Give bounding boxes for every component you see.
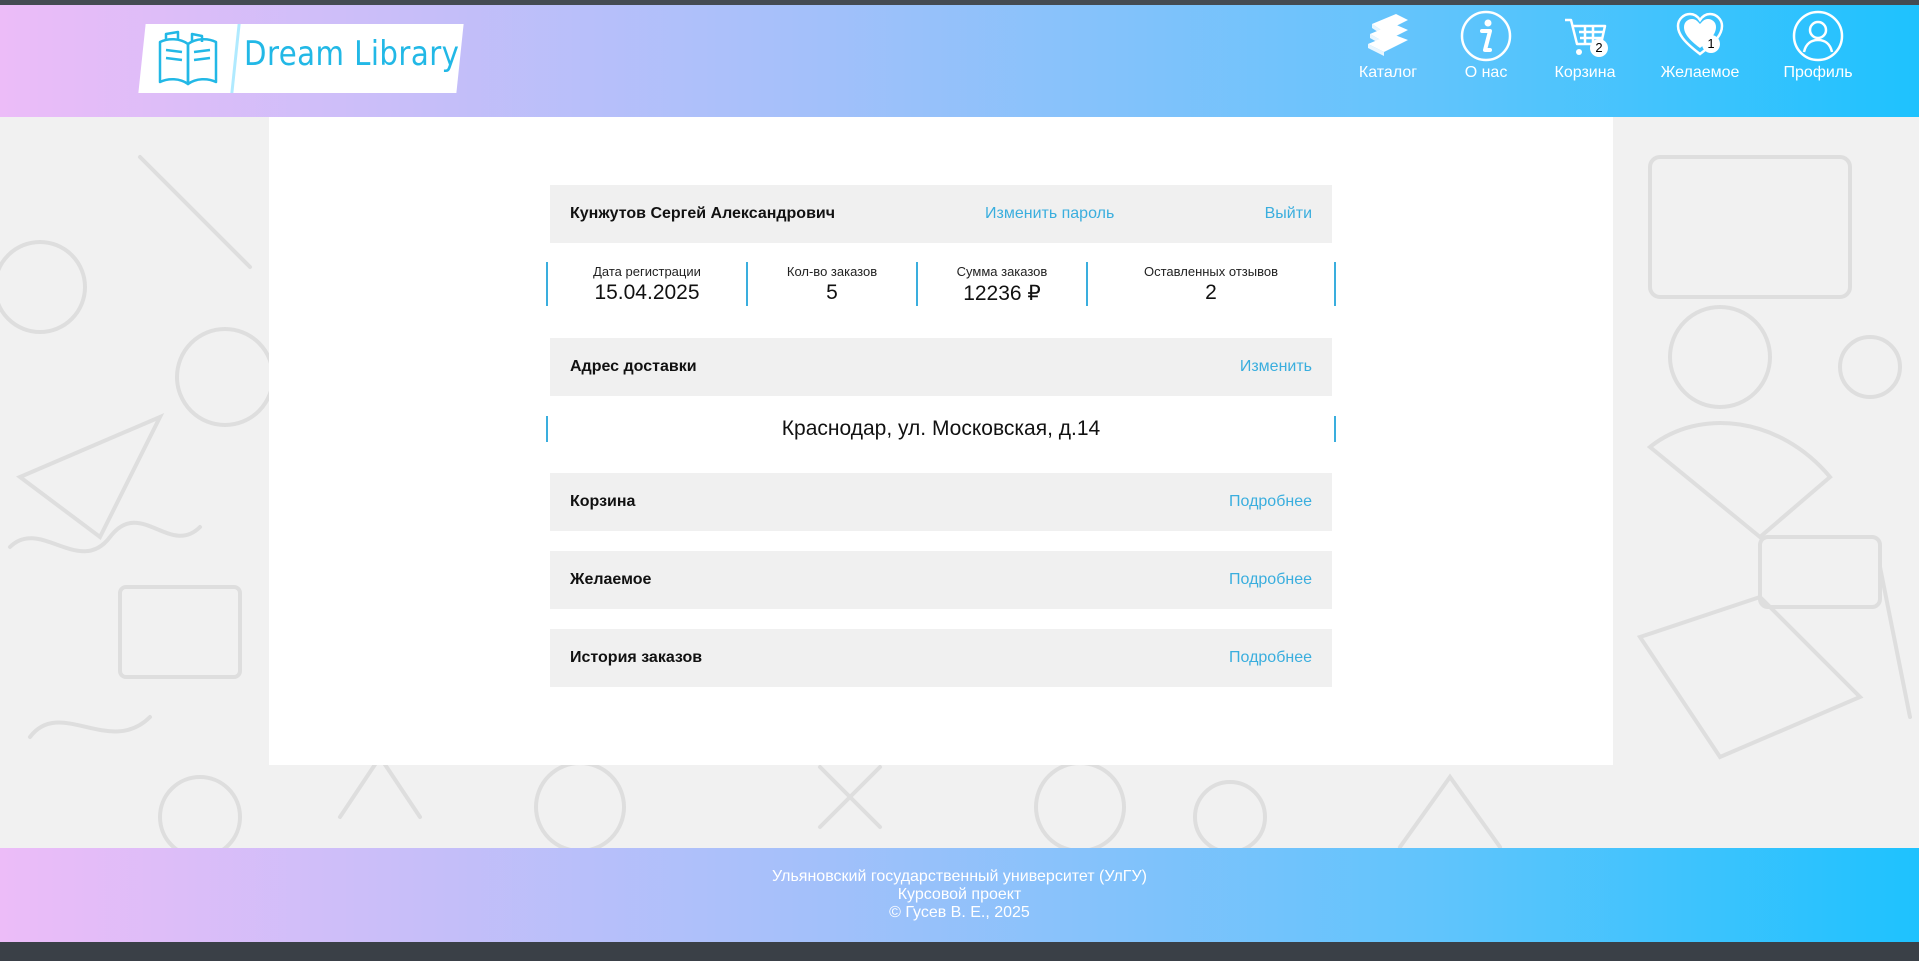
wishlist-badge: 1 [1702,35,1720,53]
stat-reviews-count: Оставленных отзывов 2 [1088,262,1334,306]
stat-label: Кол-во заказов [786,264,878,279]
address-divider [1334,416,1336,442]
stat-value: 15.04.2025 [594,281,700,304]
stats-divider [1334,262,1336,306]
footer-copyright: © Гусев В. Е., 2025 [889,904,1030,921]
nav-catalog-label: Каталог [1358,64,1418,81]
order-history-card: История заказов Подробнее [550,629,1332,687]
order-history-title: История заказов [570,649,703,666]
nav-about[interactable]: О нас [1460,5,1512,85]
stat-label: Сумма заказов [956,264,1048,279]
wishlist-section-card: Желаемое Подробнее [550,551,1332,609]
logout-link[interactable]: Выйти [1265,185,1312,243]
stat-label: Оставленных отзывов [1144,264,1278,279]
cart-badge: 2 [1590,39,1608,57]
logo[interactable]: Dream Library [138,24,464,93]
stat-value: 5 [826,281,838,304]
stat-orders-sum: Сумма заказов 12236 ₽ [918,262,1086,306]
nav-profile-label: Профиль [1783,64,1853,81]
stat-value: 2 [1205,281,1217,304]
stat-label: Дата регистрации [593,264,701,279]
book-logo-icon [158,30,218,86]
heart-icon [1676,12,1724,56]
nav-wishlist[interactable]: 1 Желаемое [1658,5,1742,85]
info-icon [1460,10,1512,62]
stat-registration-date: Дата регистрации 15.04.2025 [548,262,746,306]
cart-section-card: Корзина Подробнее [550,473,1332,531]
logo-text: Dream Library [244,34,460,74]
site-header: Dream Library Каталог О нас 2 Корзина 1 … [0,5,1919,117]
nav-about-label: О нас [1464,64,1508,81]
address-text: Краснодар, ул. Московская, д.14 [781,417,1101,440]
nav-cart[interactable]: 2 Корзина [1552,5,1618,85]
cart-section-title: Корзина [570,493,636,510]
wishlist-details-link[interactable]: Подробнее [1229,551,1312,609]
profile-stats: Дата регистрации 15.04.2025 Кол-во заказ… [546,262,1336,306]
cart-details-link[interactable]: Подробнее [1229,473,1312,531]
order-history-details-link[interactable]: Подробнее [1229,629,1312,687]
logo-divider [230,24,241,93]
site-footer: Ульяновский государственный университет … [0,848,1919,942]
change-password-link[interactable]: Изменить пароль [985,185,1114,243]
footer-project: Курсовой проект [897,886,1022,903]
nav-cart-label: Корзина [1554,64,1616,81]
edit-address-link[interactable]: Изменить [1240,338,1312,396]
stat-value: 12236 ₽ [963,282,1041,305]
books-icon [1368,14,1408,56]
stat-orders-count: Кол-во заказов 5 [748,262,916,306]
footer-university: Ульяновский государственный университет … [772,868,1147,885]
taskbar [0,942,1919,961]
address-title: Адрес доставки [570,358,697,375]
user-name: Кунжутов Сергей Александрович [570,205,836,222]
nav-profile[interactable]: Профиль [1782,5,1854,85]
delivery-address: Краснодар, ул. Московская, д.14 [546,414,1336,444]
profile-header-card: Кунжутов Сергей Александрович Изменить п… [550,185,1332,243]
nav-catalog[interactable]: Каталог [1356,5,1420,85]
user-icon [1792,10,1844,62]
address-card: Адрес доставки Изменить [550,338,1332,396]
wishlist-section-title: Желаемое [570,571,652,588]
nav-wishlist-label: Желаемое [1660,64,1740,81]
